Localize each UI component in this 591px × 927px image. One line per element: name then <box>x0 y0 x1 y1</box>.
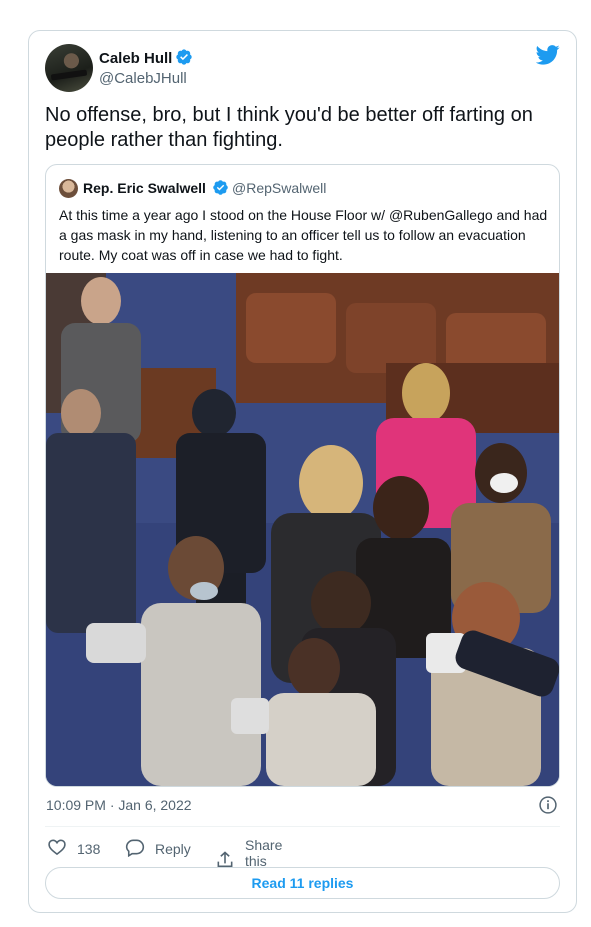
tweet-text: No offense, bro, but I think you'd be be… <box>45 104 533 151</box>
author-name-row[interactable]: Caleb Hull <box>99 48 193 70</box>
tweet-timestamp[interactable]: 10:09 PM · Jan 6, 2022 <box>46 797 192 813</box>
twitter-bird-icon[interactable] <box>535 45 560 70</box>
quoted-author-handle[interactable]: @RepSwalwell <box>232 180 326 196</box>
verified-badge-icon <box>175 48 193 70</box>
divider <box>45 826 560 827</box>
reply-icon <box>125 837 145 860</box>
photo-illustration <box>46 273 559 786</box>
quoted-verified-badge-icon <box>212 179 229 201</box>
like-button[interactable]: 138 <box>47 837 100 860</box>
quoted-author-name[interactable]: Rep. Eric Swalwell <box>83 180 206 196</box>
reply-button[interactable]: Reply <box>125 837 191 860</box>
tweet-card: Caleb Hull @CalebJHull No offense, bro, … <box>28 30 577 913</box>
reply-label: Reply <box>155 840 191 857</box>
quoted-tweet-photo[interactable] <box>46 273 559 786</box>
like-count: 138 <box>77 840 101 857</box>
author-name[interactable]: Caleb Hull <box>99 50 172 67</box>
author-handle[interactable]: @CalebJHull <box>99 70 187 87</box>
info-icon[interactable] <box>538 795 558 820</box>
author-avatar[interactable] <box>45 44 93 92</box>
quoted-author-avatar[interactable] <box>59 179 78 198</box>
heart-icon <box>47 837 67 860</box>
read-replies-button[interactable]: Read 11 replies <box>45 867 560 899</box>
quoted-tweet[interactable]: Rep. Eric Swalwell @RepSwalwell At this … <box>45 164 560 787</box>
quoted-tweet-text: At this time a year ago I stood on the H… <box>59 207 548 263</box>
